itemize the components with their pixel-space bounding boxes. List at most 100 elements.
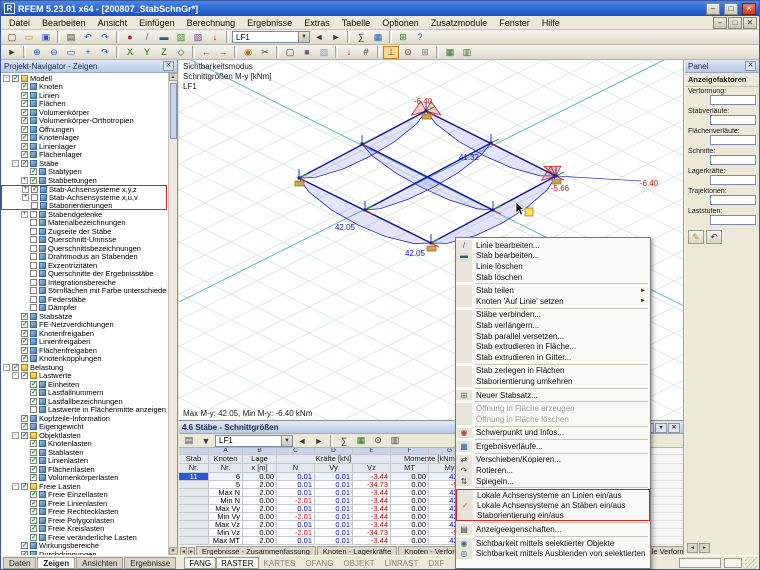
tree-item-st-be[interactable]: - ✓ Stäbe bbox=[1, 159, 167, 168]
checkbox[interactable]: ✓ bbox=[30, 516, 37, 524]
checkbox[interactable]: ✓ bbox=[21, 329, 28, 337]
context-menu-item-staborientierung-umkehren[interactable]: Staborientierung umkehren bbox=[456, 376, 650, 387]
new-solid-button[interactable]: ▧ bbox=[190, 31, 206, 44]
mdi-restore-button[interactable]: □ bbox=[728, 16, 742, 29]
checkbox[interactable] bbox=[30, 236, 37, 244]
tree-item-freie-kreislasten[interactable]: ✓ Freie Kreislasten bbox=[1, 524, 167, 533]
value-cell[interactable]: 2.00 bbox=[243, 505, 277, 513]
context-menu-item-stab-bearbeiten[interactable]: ▬ Stab bearbeiten... bbox=[456, 250, 650, 262]
view-z-button[interactable]: Z bbox=[156, 46, 172, 59]
context-menu-item-verschieben-kopieren[interactable]: ⇄ Verschieben/Kopieren... bbox=[456, 454, 650, 466]
row-header-cell[interactable] bbox=[179, 497, 209, 505]
tree-item-kopfzeile-information[interactable]: ✓ Kopfzeile-Information bbox=[1, 414, 167, 423]
load-case-combo[interactable]: LF1 ▼ bbox=[232, 31, 310, 43]
value-cell[interactable]: -3.44 bbox=[353, 521, 391, 529]
value-cell[interactable]: 0.01 bbox=[277, 473, 315, 481]
view-x-button[interactable]: X bbox=[122, 46, 138, 59]
context-menu-item-anzeigeeigenschaften[interactable]: ▤ Anzeigeeigenschaften... bbox=[456, 524, 650, 535]
previous-load-case-button[interactable]: ◄ bbox=[311, 31, 327, 44]
navigator-tab-ergebnisse[interactable]: Ergebnisse bbox=[124, 556, 177, 569]
tree-item-fe-netzverdichtungen[interactable]: ✓ FE-Netzverdichtungen bbox=[1, 320, 167, 329]
panel-close-icon[interactable]: ✕ bbox=[745, 61, 756, 71]
checkbox[interactable] bbox=[30, 406, 37, 414]
expand-icon[interactable]: + bbox=[21, 176, 28, 184]
tree-item-einheiten[interactable]: ✓ Einheiten bbox=[1, 380, 167, 389]
value-cell[interactable]: 0.00 bbox=[243, 513, 277, 521]
column-header[interactable]: Nr. bbox=[179, 464, 209, 473]
value-cell[interactable]: 0.01 bbox=[277, 489, 315, 497]
checkbox[interactable]: ✓ bbox=[30, 168, 37, 176]
tree-item-volumenk-rper-orthotropien[interactable]: ✓ Volumenkörper-Orthotropien bbox=[1, 116, 167, 125]
tree-item-ffnungen[interactable]: ✓ Öffnungen bbox=[1, 125, 167, 134]
toggle-objekt[interactable]: OBJEKT bbox=[338, 557, 379, 569]
checkbox[interactable]: ✓ bbox=[21, 542, 28, 550]
value-cell[interactable]: Min Vz bbox=[209, 529, 243, 537]
zoom-window-button[interactable]: ▭ bbox=[63, 46, 79, 59]
tree-item-querschnitt-umrisse[interactable]: Querschnitt-Umrisse bbox=[1, 235, 167, 244]
isometric-view-button[interactable]: ◇ bbox=[173, 46, 189, 59]
tree-item-d-mpfer[interactable]: Dämpfer bbox=[1, 303, 167, 312]
context-menu-item-spiegeln[interactable]: ⇅ Spiegeln... bbox=[456, 475, 650, 487]
column-group-header[interactable]: Knoten bbox=[209, 455, 243, 464]
value-cell[interactable]: Min N bbox=[209, 497, 243, 505]
chevron-down-icon[interactable]: ▼ bbox=[281, 435, 292, 446]
tree-item-knotenfreigaben[interactable]: ✓ Knotenfreigaben bbox=[1, 329, 167, 338]
tree-item-stabtypen[interactable]: ✓ Stabtypen bbox=[1, 167, 167, 176]
pan-view-button[interactable]: + bbox=[80, 46, 96, 59]
checkbox[interactable]: ✓ bbox=[30, 474, 37, 482]
scrollbar-thumb[interactable] bbox=[169, 83, 177, 139]
value-cell[interactable]: 0.01 bbox=[315, 529, 353, 537]
open-file-button[interactable]: ▭ bbox=[21, 31, 37, 44]
checkbox[interactable]: ✓ bbox=[21, 117, 28, 125]
previous-view-button[interactable]: ← bbox=[198, 46, 214, 59]
value-cell[interactable]: 0.00 bbox=[243, 529, 277, 537]
edit-factors-button[interactable]: ✎ bbox=[688, 230, 704, 244]
reset-factors-button[interactable]: ↶ bbox=[706, 230, 722, 244]
value-cell[interactable]: -3.44 bbox=[353, 513, 391, 521]
value-cell[interactable]: -3.44 bbox=[353, 505, 391, 513]
navigator-tab-ansichten[interactable]: Ansichten bbox=[76, 556, 124, 569]
save-file-button[interactable]: ▣ bbox=[38, 31, 54, 44]
value-cell[interactable]: -3.44 bbox=[353, 497, 391, 505]
tree-item-freie-linienlasten[interactable]: ✓ Freie Linienlasten bbox=[1, 499, 167, 508]
value-cell[interactable]: 2.00 bbox=[243, 489, 277, 497]
grid-toggle-button[interactable]: ⊞ bbox=[417, 46, 433, 59]
value-cell[interactable]: 0.01 bbox=[315, 473, 353, 481]
extreme-values-filter-button[interactable]: ∑ bbox=[336, 434, 352, 447]
checkbox[interactable]: ✓ bbox=[21, 108, 28, 116]
tree-item-freie-polygonlasten[interactable]: ✓ Freie Polygonlasten bbox=[1, 516, 167, 525]
context-menu-item-sichtbarkeit-mittels-selektierter-objekte[interactable]: ◉ Sichtbarkeit mittels selektierter Objek… bbox=[456, 537, 650, 549]
context-menu-item-sichtbarkeit-mittels-ausblenden-von-selektierten-objekten[interactable]: ◎ Sichtbarkeit mittels Ausblenden von sel… bbox=[456, 548, 650, 560]
table-settings-button[interactable]: ▤ bbox=[181, 434, 197, 447]
checkbox[interactable]: ✓ bbox=[21, 100, 28, 108]
checkbox[interactable]: ✓ bbox=[21, 355, 28, 363]
export-table-button[interactable]: ▦ bbox=[353, 434, 369, 447]
collapse-icon[interactable]: - bbox=[12, 159, 19, 167]
resize-grip[interactable] bbox=[745, 556, 757, 569]
value-cell[interactable]: -3.44 bbox=[353, 489, 391, 497]
value-cell[interactable]: 0.00 bbox=[391, 537, 429, 545]
checkbox[interactable]: ✓ bbox=[21, 482, 28, 490]
row-header-cell[interactable] bbox=[179, 481, 209, 489]
value-cell[interactable]: 0.00 bbox=[391, 513, 429, 521]
row-header-cell[interactable] bbox=[179, 537, 209, 545]
menu-berechnung[interactable]: Berechnung bbox=[181, 17, 242, 29]
tree-item-linien[interactable]: ✓ Linien bbox=[1, 91, 167, 100]
tree-item-wirkungsbereiche[interactable]: ✓ Wirkungsbereiche bbox=[1, 541, 167, 550]
value-cell[interactable]: Max N bbox=[209, 489, 243, 497]
row-header-cell[interactable]: 11 bbox=[179, 473, 209, 481]
panel-next-icon[interactable]: ► bbox=[699, 543, 710, 553]
column-header[interactable]: Vy bbox=[315, 464, 353, 473]
show-result-values-button[interactable]: # bbox=[358, 46, 374, 59]
checkbox[interactable]: ✓ bbox=[30, 176, 37, 184]
value-cell[interactable]: 5 bbox=[209, 481, 243, 489]
context-menu-item-lokale-achsensysteme-an-st-ben-ein-aus[interactable]: ✓ Lokale Achsensysteme an Stäben ein/aus bbox=[456, 500, 650, 511]
menu-zusatzmodule[interactable]: Zusatzmodule bbox=[425, 17, 494, 29]
factor-fl-chenverl-ufe-input[interactable] bbox=[710, 135, 756, 145]
value-cell[interactable]: 6 bbox=[209, 473, 243, 481]
chevron-down-icon[interactable]: ▼ bbox=[298, 32, 309, 42]
new-file-button[interactable]: ▢ bbox=[4, 31, 20, 44]
add-modules-button[interactable]: ⊞ bbox=[395, 31, 411, 44]
column-header[interactable]: MT bbox=[391, 464, 429, 473]
tree-item-durchdringungen[interactable]: ✓ Durchdringungen bbox=[1, 550, 167, 555]
